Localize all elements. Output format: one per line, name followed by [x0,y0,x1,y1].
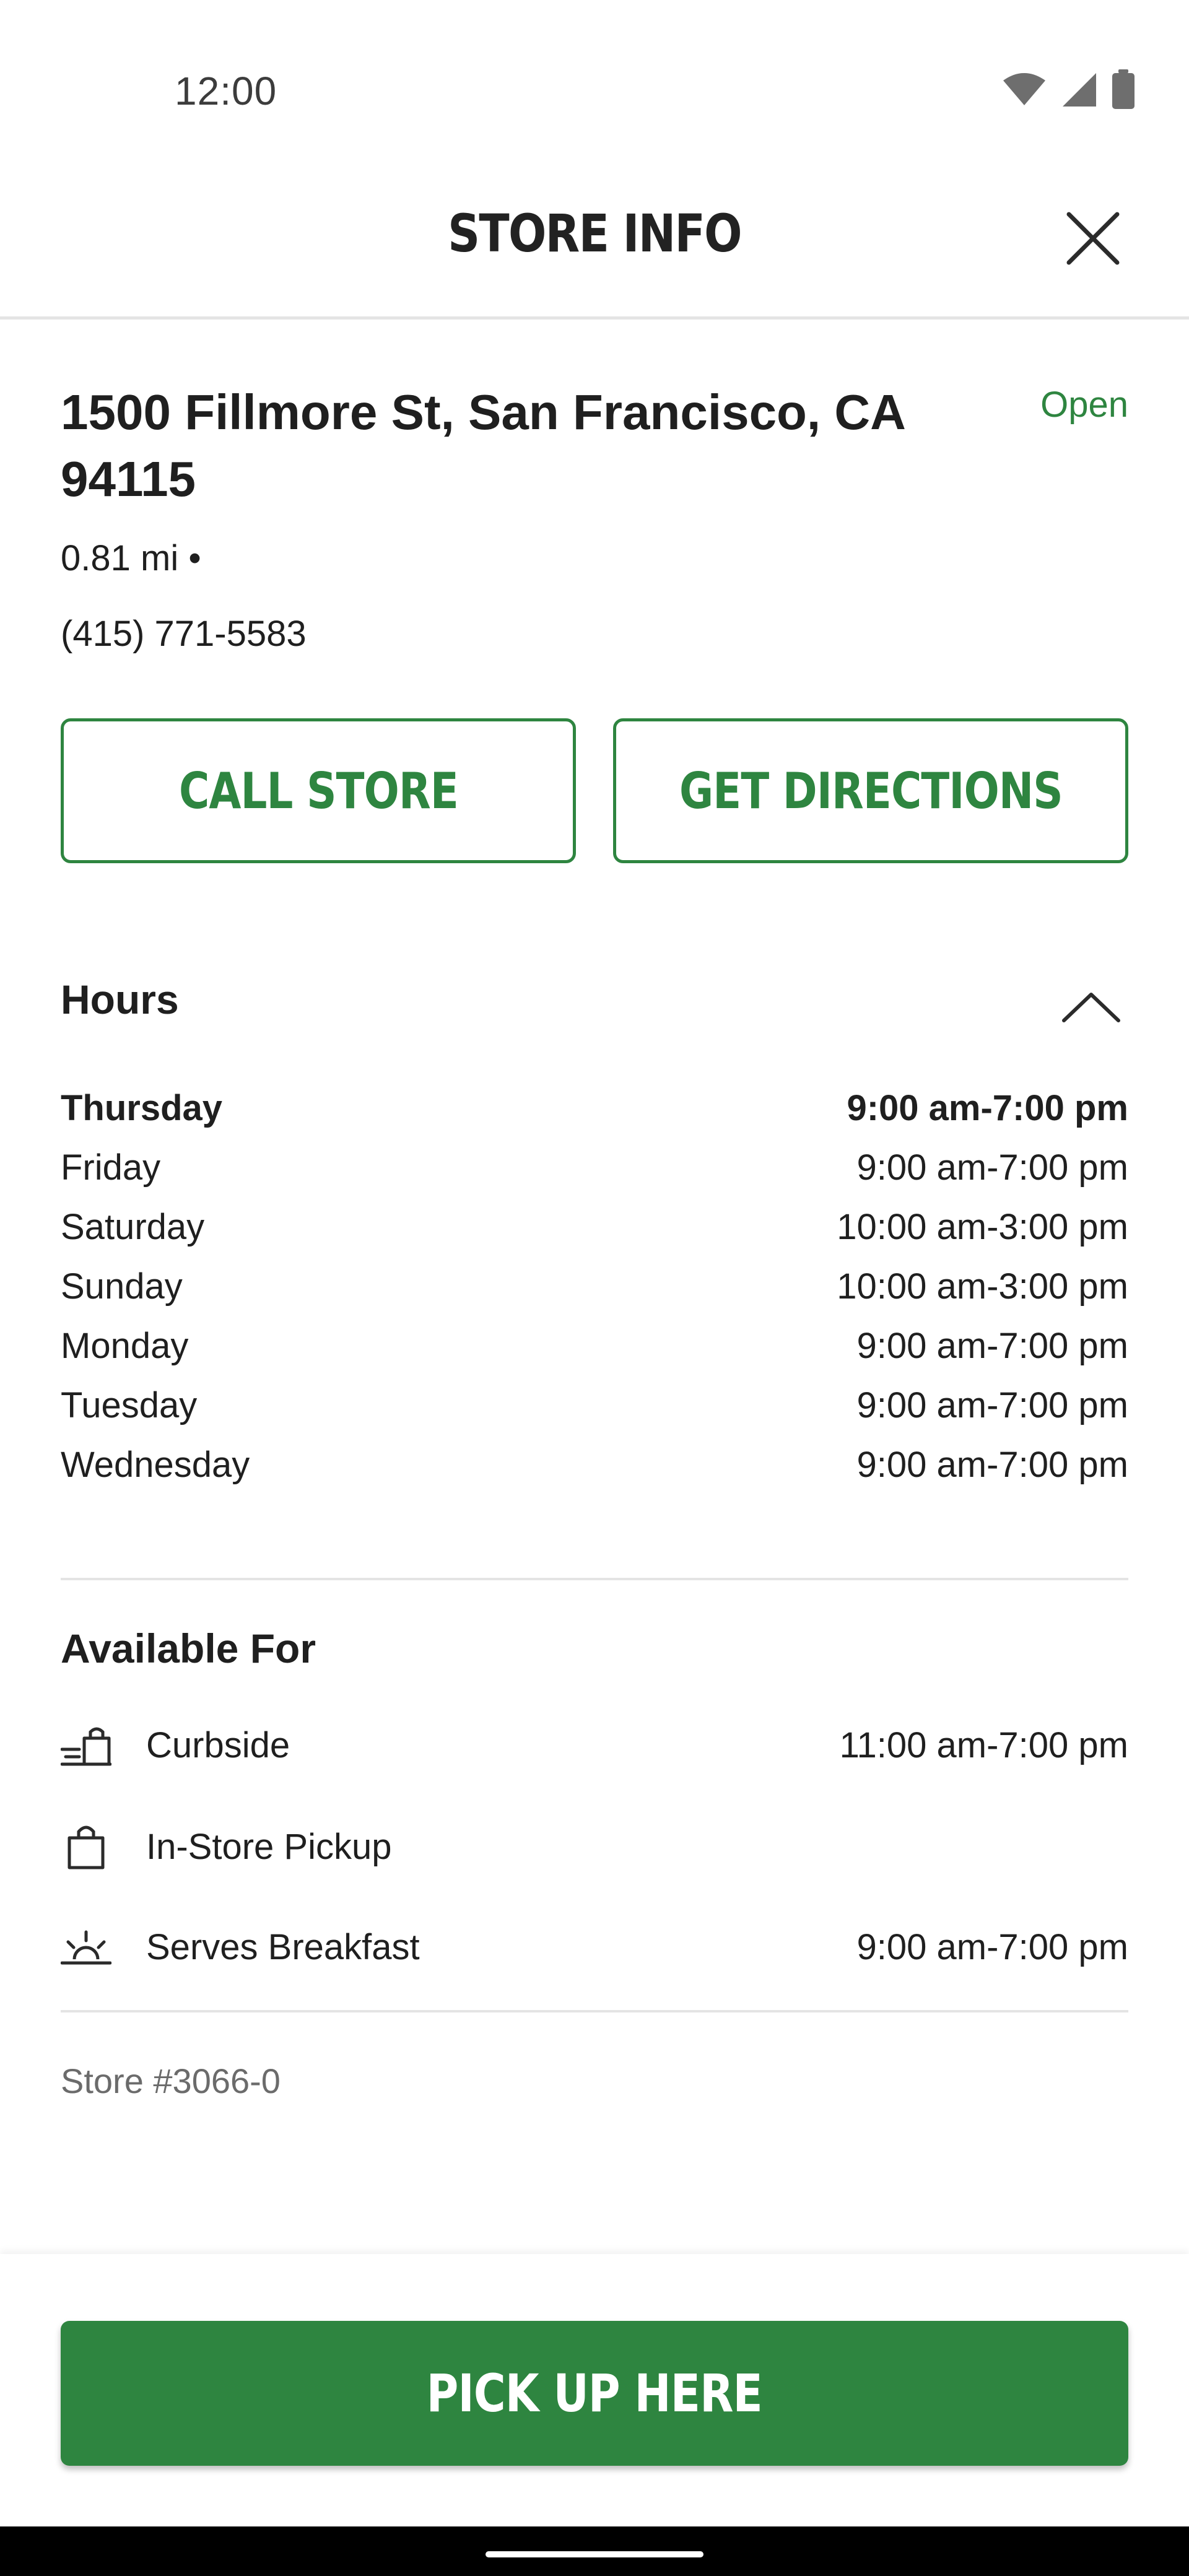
get-directions-label: GET DIRECTIONS [679,762,1063,820]
status-icons [1002,69,1136,109]
hours-heading: Hours [61,977,179,1022]
get-directions-button[interactable]: GET DIRECTIONS [613,718,1128,863]
hours-day: Tuesday [61,1385,198,1425]
hours-time: 10:00 am-3:00 pm [837,1266,1128,1307]
hours-row: Monday 9:00 am-7:00 pm [61,1316,1128,1376]
store-address: 1500 Fillmore St, San Francisco, CA 9411… [61,385,904,507]
hours-row: Tuesday 9:00 am-7:00 pm [61,1376,1128,1435]
hours-row: Friday 9:00 am-7:00 pm [61,1138,1128,1198]
service-row-in-store-pickup: In-Store Pickup [61,1816,1128,1878]
service-label: Curbside [146,1725,290,1765]
page-title: STORE INFO [448,203,742,264]
hours-day: Monday [61,1326,189,1366]
hours-row: Thursday 9:00 am-7:00 pm [61,1079,1128,1138]
hours-row: Wednesday 9:00 am-7:00 pm [61,1435,1128,1495]
pick-up-here-label: PICK UP HERE [426,2363,763,2424]
section-divider [61,1578,1128,1580]
hours-time: 9:00 am-7:00 pm [856,1445,1128,1485]
store-number: Store #3066-0 [61,2061,281,2100]
wifi-icon [1003,73,1045,105]
hours-time: 9:00 am-7:00 pm [856,1147,1128,1188]
pick-up-here-button[interactable]: PICK UP HERE [61,2321,1128,2466]
section-divider [61,2010,1128,2012]
store-distance: 0.81 mi • [61,538,201,578]
status-bar: 12:00 [0,0,1189,173]
available-for-heading: Available For [61,1625,316,1671]
signal-icon [1063,73,1096,107]
service-label: Serves Breakfast [146,1926,420,1967]
home-gesture-handle[interactable] [486,2551,703,2557]
close-button[interactable] [1059,204,1127,272]
open-status-badge: Open [1040,385,1128,425]
service-label: In-Store Pickup [146,1826,392,1867]
curbside-icon [61,1720,111,1770]
sunrise-icon [61,1921,111,1972]
hours-row: Saturday 10:00 am-3:00 pm [61,1198,1128,1257]
call-store-button[interactable]: CALL STORE [61,718,576,863]
battery-icon [1112,69,1135,109]
service-row-curbside: Curbside 11:00 am-7:00 pm [61,1714,1128,1776]
hours-day: Saturday [61,1207,205,1247]
service-time: 9:00 am-7:00 pm [856,1926,1128,1967]
hours-day: Sunday [61,1266,183,1307]
hours-day: Thursday [61,1088,223,1128]
hours-row: Sunday 10:00 am-3:00 pm [61,1257,1128,1316]
service-time: 11:00 am-7:00 pm [839,1725,1128,1765]
call-store-label: CALL STORE [178,762,459,820]
service-row-serves-breakfast: Serves Breakfast 9:00 am-7:00 pm [61,1916,1128,1978]
store-phone: (415) 771-5583 [61,614,307,654]
hours-time: 10:00 am-3:00 pm [837,1207,1128,1247]
close-icon [1066,212,1120,265]
status-time: 12:00 [175,69,277,113]
hours-time: 9:00 am-7:00 pm [856,1385,1128,1425]
hours-day: Wednesday [61,1445,250,1485]
system-nav-bar [0,2526,1189,2576]
header: STORE INFO [0,173,1189,320]
chevron-up-icon[interactable] [1060,985,1122,1028]
shopping-bag-icon [61,1821,111,1872]
hours-time: 9:00 am-7:00 pm [856,1326,1128,1366]
hours-day: Friday [61,1147,161,1188]
footer: PICK UP HERE [0,2254,1189,2526]
hours-time: 9:00 am-7:00 pm [847,1088,1128,1128]
hours-list: Thursday 9:00 am-7:00 pm Friday 9:00 am-… [61,1079,1128,1495]
